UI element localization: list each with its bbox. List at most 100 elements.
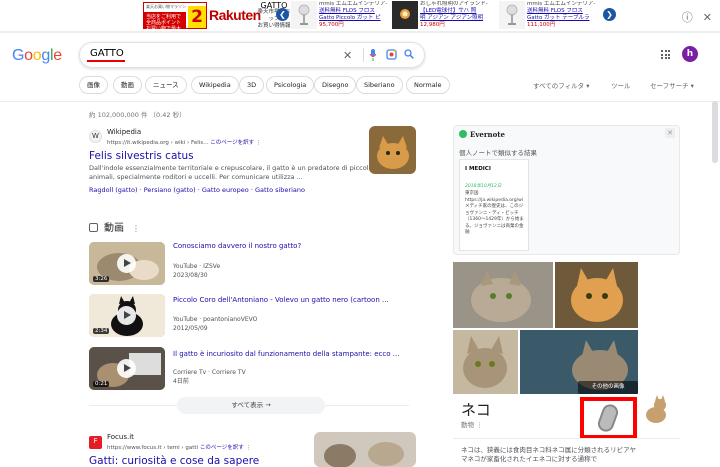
knowledge-title: ネコ [461,401,491,419]
search-input[interactable]: GATTO ✕ [79,42,425,68]
chip-3d[interactable]: 3D [239,76,265,94]
video-source: Corriere Tv · Corriere TV [173,369,246,376]
knowledge-image[interactable] [555,262,638,328]
more-options-icon[interactable]: ⋮ [132,224,140,233]
result-stats: 約 102,000,000 件 （0.42 秒） [89,111,186,119]
result-title[interactable]: Felis silvestris catus [89,150,194,162]
microphone-icon[interactable] [369,49,377,61]
video-thumbnail[interactable]: 0:21 [89,347,165,390]
play-icon [117,306,136,325]
result-thumbnail[interactable] [369,126,416,174]
more-options-icon[interactable]: ⋮ [256,140,262,146]
ad-shop-name: GATTO [260,1,288,10]
result-snippet-line: animali, specialmente roditori e uccelli… [89,173,303,181]
clear-icon[interactable]: ✕ [343,49,352,62]
search-query[interactable]: GATTO [90,48,124,59]
chip-normale[interactable]: Normale [406,76,450,94]
close-icon[interactable]: ✕ [665,128,675,138]
result-url-text: https://www.focus.it › temi › gatti [107,445,199,451]
note-title: I MEDICI [465,166,491,172]
result-site-name[interactable]: Wikipedia [107,128,141,136]
evernote-note-card[interactable]: I MEDICI 2018年10月12日 東京国 https://ja.wiki… [459,159,529,251]
more-options-icon[interactable]: ⋮ [474,421,483,429]
chip-news[interactable]: ニュース [145,76,187,94]
cat-image [369,126,416,174]
play-icon [117,254,136,273]
apps-grid-icon[interactable] [661,50,670,59]
cat-image [453,262,553,328]
video-date: 4日前 [173,378,189,385]
focus-favicon: F [89,436,102,449]
google-logo[interactable]: Google [12,47,62,65]
result-thumbnail[interactable] [314,432,416,467]
rakuten-logo[interactable]: Rakuten [209,7,261,23]
highlight-box [580,397,637,439]
divider [0,32,720,33]
chip-wikipedia[interactable]: Wikipedia [191,76,239,94]
ad-item-shop: mmis エムエムインテリア- [527,1,596,7]
result-url[interactable]: https://it.wikipedia.org › wiki › Felis.… [107,138,261,146]
divider [0,101,720,102]
safesearch-button[interactable]: セーフサーチ ▾ [650,80,694,90]
chip-psicologia[interactable]: Psicologia [266,76,315,94]
ad-next-icon[interactable]: ❯ [603,8,616,21]
result-site-name[interactable]: Focus.it [107,433,134,441]
knowledge-subtitle: 動物 ⋮ [461,419,483,429]
knowledge-image[interactable] [453,262,553,328]
ad-item-image [291,1,317,29]
videos-heading: 動画 ⋮ [89,219,140,234]
scrollbar[interactable] [712,101,718,163]
ad-close-icon[interactable]: ✕ [703,11,712,24]
more-images-button[interactable]: その他の画像 [578,381,638,394]
knowledge-description: ネコは、狭義には食肉目ネコ科ネコ属に分類されるリビアヤマネコが家畜化されたイエネ… [461,446,637,463]
evernote-brand: Evernote [459,130,505,139]
lamp-icon [506,4,518,25]
avatar[interactable]: h [682,46,698,62]
result-snippet-line: Dall'indole essenzialmente territoriale … [89,164,371,172]
knowledge-subtitle-text: 動物 [461,421,474,429]
ad-item-image [392,1,418,29]
ad-shop-sub2: お買い得情報 [257,23,291,29]
result-title[interactable]: Gatti: curiosità e cose da sapere [89,455,259,467]
knowledge-image[interactable] [453,330,518,394]
video-icon [89,223,98,232]
chip-videos[interactable]: 動画 [113,76,142,94]
more-options-icon[interactable]: ⋮ [245,445,251,451]
chip-disegno[interactable]: Disegno [314,76,357,94]
video-title[interactable]: Il gatto è incuriosito dal funzionamento… [173,350,399,358]
video-source: YouTube · IZSVe [173,263,221,270]
ad-item-image [499,1,525,29]
search-icon[interactable] [404,49,414,59]
lens-icon[interactable] [386,49,397,60]
show-all-videos-button[interactable]: すべて表示 → [177,397,325,414]
result-sublinks[interactable]: Ragdoll (gatto) · Persiano (gatto) · Gat… [89,186,305,194]
ad-banner-top: 楽天お買い物マラソン [146,4,186,9]
video-duration: 0:21 [93,381,110,387]
lamp-icon [298,4,310,25]
video-meta: YouTube · poantonianoVEVO 2012/05/09 [173,315,257,333]
all-filters-button[interactable]: すべてのフィルタ ▾ [533,80,589,90]
cat-paw-icon [597,404,619,432]
video-thumbnail[interactable]: 2:34 [89,294,165,337]
translate-link[interactable]: このページを訳す [210,140,254,146]
video-duration: 3:26 [93,276,110,282]
cat-illustration-icon [646,395,666,423]
result-url[interactable]: https://www.focus.it › temi › gatti このペー… [107,443,251,451]
ad-banner-number: 2 [188,6,206,28]
ad-prev-icon[interactable]: ❮ [276,8,289,21]
translate-link[interactable]: このページを訳す [200,445,244,451]
ad-item-price: 111,100円 [527,22,556,28]
video-title[interactable]: Piccolo Coro dell'Antoniano - Volevo un … [173,296,389,304]
video-thumbnail[interactable]: 3:26 [89,242,165,285]
tools-button[interactable]: ツール [611,80,631,90]
chip-siberiano[interactable]: Siberiano [356,76,403,94]
ad-banner[interactable]: 楽天お買い物マラソン 当店をご利用で全商品ポイントお買い物で最大 2 [143,2,207,32]
video-meta: Corriere Tv · Corriere TV 4日前 [173,368,246,386]
ad-bar: 楽天お買い物マラソン 当店をご利用で全商品ポイントお買い物で最大 2 Rakut… [0,0,720,32]
chip-images[interactable]: 画像 [79,76,108,94]
wikipedia-favicon: W [89,130,102,143]
ad-info-icon[interactable]: ⓘ [682,11,693,24]
note-body: 東京国 https://ja.wikipedia.org/wi メディチ家の歴史… [465,191,524,235]
search-page: { "ad": { "banner_top": "楽天お買い物マラソン", "b… [0,0,720,467]
video-title[interactable]: Conosciamo davvero il nostro gatto? [173,242,301,250]
